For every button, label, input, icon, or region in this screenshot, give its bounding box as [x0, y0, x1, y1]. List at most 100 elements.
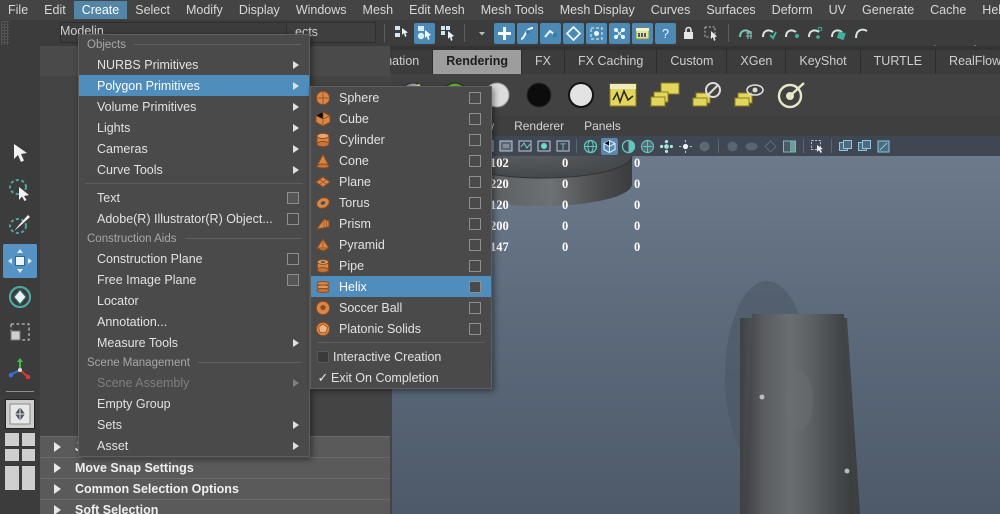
shelf-tab-xgen[interactable]: XGen: [727, 50, 787, 74]
make-live-object-icon[interactable]: [827, 23, 848, 44]
snap-to-curve-icon[interactable]: [517, 22, 538, 44]
menu-item-volume-primitives[interactable]: Volume Primitives: [79, 96, 309, 117]
menu-item-pipe[interactable]: Pipe: [311, 255, 491, 276]
make-live-curve-icon[interactable]: [758, 23, 779, 44]
option-box-icon[interactable]: [469, 322, 481, 335]
shelf-tab-fx[interactable]: FX: [522, 50, 566, 74]
option-box-icon[interactable]: [469, 112, 481, 125]
tool-paint-select-icon[interactable]: [3, 208, 37, 242]
menu-item-torus[interactable]: Torus: [311, 192, 491, 213]
accordion-common-selection-options[interactable]: Common Selection Options: [40, 478, 390, 500]
shelf-tab-realflow[interactable]: RealFlow: [936, 50, 1000, 74]
menu-edit[interactable]: Edit: [36, 1, 74, 19]
batch-render-icon[interactable]: [648, 78, 682, 112]
menu-display[interactable]: Display: [231, 1, 288, 19]
panel-menu-renderer[interactable]: Renderer: [504, 119, 574, 133]
show-batch-render-icon[interactable]: [732, 78, 766, 112]
menu-curves[interactable]: Curves: [643, 1, 699, 19]
select-by-hierarchy-icon[interactable]: [391, 23, 412, 44]
shelf-tab-custom[interactable]: Custom: [657, 50, 728, 74]
menu-item-empty-group[interactable]: Empty Group: [79, 393, 309, 414]
menu-item-annotation[interactable]: Annotation...: [79, 311, 309, 332]
new-panel-icon[interactable]: [837, 138, 854, 155]
smooth-shading-icon[interactable]: [601, 137, 618, 155]
menu-item-cube[interactable]: Cube: [311, 108, 491, 129]
menu-item-locator[interactable]: Locator: [79, 290, 309, 311]
option-box-icon[interactable]: [469, 259, 481, 272]
wireframe-shading-icon[interactable]: [582, 138, 599, 155]
tool-last-used-icon[interactable]: [3, 352, 37, 386]
tool-scale-icon[interactable]: [3, 316, 37, 350]
snap-to-uv-icon[interactable]: [609, 22, 630, 44]
menu-item-plane[interactable]: Plane: [311, 171, 491, 192]
menu-item-cameras[interactable]: Cameras: [79, 138, 309, 159]
option-box-icon[interactable]: [469, 196, 481, 209]
xray-joints-icon[interactable]: [535, 138, 552, 155]
menu-item-exit-on-completion[interactable]: ✓ Exit On Completion: [311, 367, 491, 388]
make-not-live-icon[interactable]: [850, 23, 871, 44]
snap-to-projected-center-icon[interactable]: [563, 22, 584, 44]
shelf-tab-rendering[interactable]: Rendering: [433, 50, 523, 74]
textured-icon[interactable]: [639, 138, 656, 155]
option-box-icon[interactable]: [469, 217, 481, 230]
option-box-icon[interactable]: [469, 133, 481, 146]
menu-item-free-image-plane[interactable]: Free Image Plane: [79, 269, 309, 290]
accordion-move-snap-settings[interactable]: Move Snap Settings: [40, 457, 390, 479]
menu-item-text[interactable]: Text: [79, 187, 309, 208]
menu-item-construction-plane[interactable]: Construction Plane: [79, 248, 309, 269]
tool-select-icon[interactable]: [3, 136, 37, 170]
menu-edit-mesh[interactable]: Edit Mesh: [401, 1, 473, 19]
menu-surfaces[interactable]: Surfaces: [698, 1, 763, 19]
option-box-icon[interactable]: [287, 252, 299, 265]
menu-mesh-tools[interactable]: Mesh Tools: [473, 1, 552, 19]
menu-item-lights[interactable]: Lights: [79, 117, 309, 138]
menu-item-prism[interactable]: Prism: [311, 213, 491, 234]
isolate-select-icon[interactable]: [809, 138, 826, 155]
option-box-icon[interactable]: [469, 301, 481, 314]
menu-item-sets[interactable]: Sets: [79, 414, 309, 435]
tear-off-copy-icon[interactable]: [875, 138, 892, 155]
select-by-object-icon[interactable]: [414, 22, 435, 44]
menu-item-polygon-primitives[interactable]: Polygon Primitives: [79, 75, 309, 96]
menu-generate[interactable]: Generate: [854, 1, 922, 19]
cancel-batch-render-icon[interactable]: [690, 78, 724, 112]
shaded-wireframe-icon[interactable]: [620, 138, 637, 155]
render-sequence-icon[interactable]: [606, 78, 640, 112]
option-box-icon[interactable]: [469, 91, 481, 104]
chevron-down-icon[interactable]: [471, 23, 492, 44]
shelf-tab-fx-caching[interactable]: FX Caching: [565, 50, 658, 74]
tear-off-panel-icon[interactable]: [856, 138, 873, 155]
accordion-soft-selection[interactable]: Soft Selection: [40, 499, 390, 514]
color-management-icon[interactable]: [781, 138, 798, 155]
menu-cache[interactable]: Cache: [922, 1, 974, 19]
menu-item-sphere[interactable]: Sphere: [311, 87, 491, 108]
panel-menu-panels[interactable]: Panels: [574, 119, 631, 133]
option-box-icon[interactable]: [469, 280, 481, 293]
hypershade-icon[interactable]: [522, 78, 556, 112]
menu-item-cone[interactable]: Cone: [311, 150, 491, 171]
menu-item-soccer-ball[interactable]: Soccer Ball: [311, 297, 491, 318]
select-by-component-icon[interactable]: [437, 23, 458, 44]
layout-outliner-persp-icon[interactable]: [4, 465, 36, 491]
use-default-material-icon[interactable]: [658, 138, 675, 155]
make-live-point-icon[interactable]: [781, 23, 802, 44]
menu-item-cylinder[interactable]: Cylinder: [311, 129, 491, 150]
option-box-icon[interactable]: [287, 212, 299, 225]
redo-render-icon[interactable]: [774, 78, 808, 112]
help-icon[interactable]: ?: [655, 22, 676, 44]
menu-item-interactive-creation[interactable]: Interactive Creation: [311, 346, 491, 367]
menu-item-pyramid[interactable]: Pyramid: [311, 234, 491, 255]
gate-mask-icon[interactable]: [497, 138, 514, 155]
make-live-grid-icon[interactable]: [735, 23, 756, 44]
option-box-icon[interactable]: [469, 175, 481, 188]
make-live-origin-icon[interactable]: [804, 23, 825, 44]
option-box-icon[interactable]: [469, 154, 481, 167]
menu-item-adobe-illustrator-object[interactable]: Adobe(R) Illustrator(R) Object...: [79, 208, 309, 229]
tool-rotate-icon[interactable]: [3, 280, 37, 314]
menu-file[interactable]: File: [0, 1, 36, 19]
tool-move-icon[interactable]: [3, 244, 37, 278]
menu-help[interactable]: Help: [974, 1, 1000, 19]
menu-modify[interactable]: Modify: [178, 1, 231, 19]
menu-create[interactable]: Create: [73, 1, 128, 19]
lock-icon[interactable]: [678, 23, 699, 44]
